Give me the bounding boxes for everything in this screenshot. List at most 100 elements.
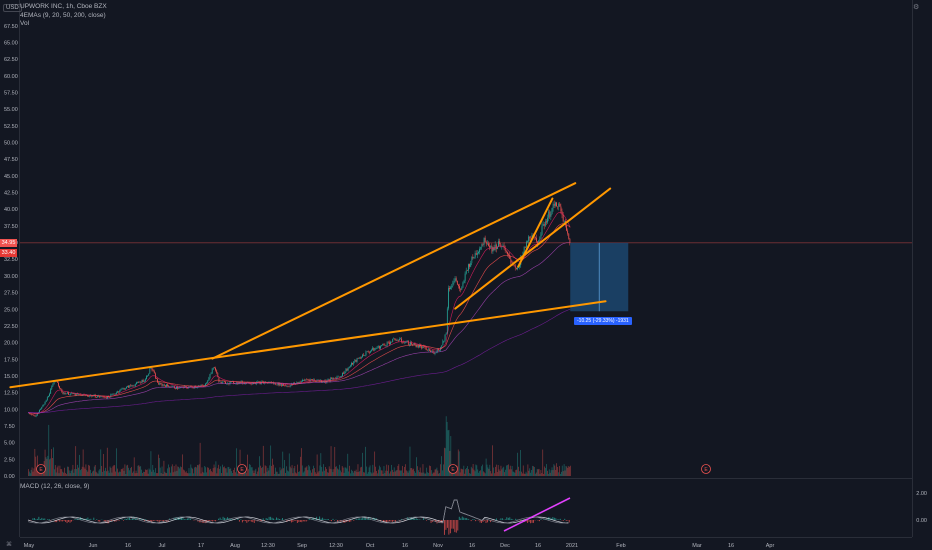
symbol-title[interactable]: UPWORK INC, 1h, Cboe BZX [20,3,107,12]
candle-body [557,206,559,208]
macd-bar [334,520,335,521]
macd-bar [387,520,389,523]
candle-body [52,384,54,387]
volume-bar [79,454,80,476]
macd-bar [558,519,560,520]
candle-body [479,248,481,253]
volume-bar [524,473,526,476]
volume-bar [259,456,260,476]
price-tick-label: 65.00 [4,40,18,46]
volume-bar [372,464,374,476]
volume-bar [534,466,535,476]
candle-body [366,351,368,352]
candle-body [121,388,123,390]
volume-bar [441,456,442,476]
candle-body [206,383,208,384]
macd-bar [305,520,307,522]
volume-bar [369,465,371,476]
price-tick-label: 20.00 [4,341,18,347]
volume-bar [403,472,404,476]
volume-bar [349,465,350,476]
candle-body [148,373,150,376]
candle-body [128,385,130,388]
volume-bar [317,472,319,476]
volume-bar [172,472,174,476]
volume-bar [534,473,536,476]
volume-bar [64,467,65,476]
volume-bar [280,470,282,476]
volume-bar [519,471,520,476]
volume-bar [431,473,433,476]
volume-bar [528,470,530,476]
volume-bar [267,467,269,476]
volume-bar [287,471,289,476]
macd-bar [218,518,220,520]
candle-body [361,357,362,358]
candle-body [70,393,72,395]
candle-body [284,385,286,387]
price-chart[interactable]: 0.00 2.50 5.00 7.50 10.00 12.50 15.00 17.50 20.0… [0,0,932,550]
macd-legend[interactable]: MACD (12, 26, close, 9) [20,483,89,490]
candle-body [527,241,528,242]
volume-bar [288,453,290,476]
volume-bar [373,472,375,476]
volume-bar [333,469,335,476]
volume-bar [339,464,340,476]
volume-bar [102,471,103,476]
candle-body [342,372,344,377]
volume-bar [146,469,148,476]
price-tick-label: 40.00 [4,207,18,213]
volume-bar [512,471,514,476]
volume-bar [330,446,332,476]
volume-bar [386,464,388,476]
ema-indicator-label[interactable]: 4EMAs (9, 20, 50, 200, close) [20,12,107,21]
candle-body [358,357,360,359]
macd-bar [426,520,428,521]
macd-bar [96,519,98,520]
macd-bar [445,520,447,530]
volume-bar [310,470,311,476]
time-tick-label: Nov [433,543,443,549]
volume-bar [226,472,228,476]
macd-bar [326,518,328,520]
candle-body [147,375,149,377]
candle-body [498,241,499,247]
macd-bar [157,520,159,522]
macd-bar [458,516,460,520]
currency-badge[interactable]: USD [3,4,22,12]
volume-bar [383,466,385,476]
settings-icon[interactable]: ⚙ [913,3,919,11]
volume-bar [145,470,147,476]
candle-body [69,394,71,396]
candle-body [304,379,306,381]
volume-bar [165,472,167,476]
volume-bar [225,468,227,476]
volume-bar [338,469,339,476]
candle-body [73,393,75,395]
macd-bar [97,520,99,522]
volume-bar [194,467,195,476]
price-tick-label: 42.50 [4,191,18,197]
volume-bar [371,473,373,476]
macd-bar [130,519,132,520]
volume-bar [324,470,325,476]
volume-bar [112,466,114,476]
volume-bar [405,470,407,476]
volume-bar [470,466,472,476]
volume-bar [400,470,402,476]
volume-bar [189,473,191,476]
volume-bar [30,469,32,476]
candle-body [58,382,59,386]
macd-bar [515,518,517,520]
macd-bar [332,518,334,520]
volume-label[interactable]: Vol [20,20,107,29]
volume-bar [334,446,336,476]
volume-bar [303,471,305,476]
volume-bar [444,448,446,476]
measure-label[interactable]: -10.25 (-29.33%) -1931 [574,317,632,325]
chart-area[interactable]: 0.00 2.50 5.00 7.50 10.00 12.50 15.00 17.50 20.0… [0,0,932,550]
time-tick-label: Mar [692,543,702,549]
volume-bar [428,472,429,476]
macd-bar [512,519,514,520]
volume-bar [532,465,533,476]
